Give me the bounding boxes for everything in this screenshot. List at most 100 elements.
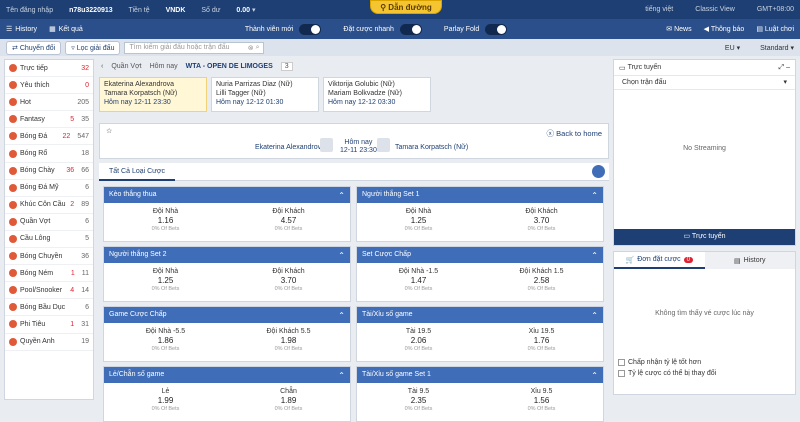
sport-count: 547 [77, 132, 89, 140]
sidebar-item-sport[interactable]: Khúc Côn Cầu 2 89 [5, 197, 93, 214]
market-title[interactable]: Người thắng Set 1 [357, 187, 603, 204]
odds-button[interactable]: Đội Khách 5.5 1.98 0% Of Bets [227, 323, 350, 361]
accept-better-odds[interactable]: Chấp nhận tỷ lệ tốt hơn [618, 359, 701, 366]
tab-all-markets[interactable]: Tất Cả Loại Cược [99, 163, 175, 181]
sidebar-item-sport[interactable]: Bóng Chày 36 66 [5, 163, 93, 180]
tab-bet-slip[interactable]: 🛒 Đơn đặt cược 0 [614, 252, 705, 269]
odds-button[interactable]: Chẵn 1.89 0% Of Bets [227, 383, 350, 421]
sports-sidebar: Trực tiếp 32 Yêu thích 0 Hot 205 Fantasy 5 35 Bón… [4, 59, 94, 400]
odds-button[interactable]: Tài 9.5 2.35 0% Of Bets [357, 383, 480, 421]
sidebar-item-sport[interactable]: Quần Vợt 6 [5, 214, 93, 231]
filter-league-button[interactable]: ▿ Lọc giải đấu [65, 40, 121, 55]
odds-button[interactable]: Tài 19.5 2.06 0% Of Bets [357, 323, 480, 361]
market-title[interactable]: Lẻ/Chẵn số game [104, 367, 350, 384]
sidebar-item-sport[interactable]: Hot 205 [5, 94, 93, 112]
market-panel: Lẻ/Chẵn số gameLẻ1.990% Of BetsChẵn1.890… [103, 366, 351, 422]
live-button-label: Trực tuyến [691, 233, 726, 240]
sport-icon [9, 64, 17, 73]
market-tabs: Tất Cả Loại Cược [99, 163, 609, 181]
sport-name: Fantasy [20, 115, 45, 123]
odds-button[interactable]: Lẻ 1.99 0% Of Bets [104, 383, 227, 421]
back-icon[interactable]: ‹ [101, 63, 103, 70]
odds-button[interactable]: Đội Khách 1.5 2.58 0% Of Bets [480, 263, 603, 301]
market-title[interactable]: Set Cược Chấp [357, 247, 603, 264]
news-link[interactable]: ✉ News [666, 25, 691, 33]
odds-button[interactable]: Đội Nhà 1.25 0% Of Bets [357, 203, 480, 241]
favorite-star-icon[interactable]: ☆ [106, 127, 112, 135]
odds-may-change[interactable]: Tỷ lệ cược có thể bị thay đổi [618, 370, 716, 377]
crumb-day[interactable]: Hôm nay [150, 63, 178, 70]
sidebar-item-sport[interactable]: Bóng Đá Mỹ 6 [5, 180, 93, 197]
login-label: Tên đăng nhập [6, 6, 54, 14]
checkbox[interactable] [618, 370, 625, 377]
checkbox[interactable] [618, 359, 625, 366]
market-title[interactable]: Tài/Xỉu số game Set 1 [357, 367, 603, 384]
notice-link[interactable]: ◀ Thông báo [704, 25, 745, 33]
odds-button[interactable]: Đội Khách 3.70 0% Of Bets [227, 263, 350, 301]
no-streaming-text: No Streaming [683, 145, 726, 152]
new-member-toggle[interactable] [299, 23, 322, 35]
odds-button[interactable]: Đội Nhà 1.16 0% Of Bets [104, 203, 227, 241]
timezone[interactable]: GMT+08:00 [757, 6, 794, 13]
guide-button[interactable]: ⚲ Dẫn đường [370, 0, 442, 14]
odds-value: 1.98 [280, 336, 297, 345]
sidebar-item-sport[interactable]: Trực tiếp 32 [5, 60, 93, 78]
expand-icon[interactable]: ⤢ [779, 64, 785, 72]
sidebar-item-sport[interactable]: Cầu Lông 5 [5, 231, 93, 249]
search-icon[interactable]: ⌕ [256, 44, 260, 52]
match-card[interactable]: Nuria Parrizas Diaz (Nữ) Lilli Tagger (Nữ… [211, 77, 319, 112]
odds-label: Chẵn [280, 388, 297, 395]
sport-icon [9, 98, 17, 107]
odds-button[interactable]: Đội Nhà 1.25 0% Of Bets [104, 263, 227, 301]
clear-icon[interactable]: ⊗ [248, 44, 254, 52]
sidebar-item-sport[interactable]: Bóng Rổ 18 [5, 145, 93, 163]
tab-history[interactable]: ▤ History [704, 252, 795, 269]
minimize-icon[interactable]: – [786, 64, 790, 71]
market-title[interactable]: Người thắng Set 2 [104, 247, 350, 264]
odds-button[interactable]: Xỉu 9.5 1.56 0% Of Bets [480, 383, 603, 421]
market-title[interactable]: Game Cược Chấp [104, 307, 350, 324]
sidebar-item-sport[interactable]: Bóng Chuyền 36 [5, 248, 93, 266]
history-button[interactable]: ☰ History [6, 25, 37, 34]
odds-value: 2.06 [410, 336, 427, 345]
sidebar-item-sport[interactable]: Bóng Bầu Dục 6 [5, 299, 93, 317]
odds-button[interactable]: Xỉu 19.5 1.76 0% Of Bets [480, 323, 603, 361]
sidebar-item-sport[interactable]: Pool/Snooker 4 14 [5, 282, 93, 300]
sidebar-item-sport[interactable]: Bóng Ném 1 11 [5, 265, 93, 283]
back-home-button[interactable]: ⓧ Back to home [547, 128, 602, 139]
live-button[interactable]: ▭ Trực tuyến [614, 229, 795, 245]
sidebar-item-sport[interactable]: Bóng Đá 22 547 [5, 128, 93, 146]
mode-select[interactable]: Standard ▾ [760, 44, 794, 52]
odds-type-select[interactable]: EU ▾ [725, 44, 740, 52]
sidebar-item-sport[interactable]: Quyền Anh 19 [5, 334, 93, 351]
match-card[interactable]: Ekaterina Alexandrova Tamara Korpatsch (N… [99, 77, 207, 112]
parlay-toggle[interactable] [485, 23, 508, 35]
market-title[interactable]: Kèo thắng thua [104, 187, 350, 204]
rules-link[interactable]: ▤ Luật chơi [756, 25, 794, 33]
guide-label: Dẫn đường [388, 3, 432, 12]
market-title[interactable]: Tài/Xỉu số game [357, 307, 603, 324]
scroll-icon[interactable] [592, 165, 605, 178]
language-select[interactable]: tiếng việt [645, 6, 673, 13]
sidebar-item-sport[interactable]: Fantasy 5 35 [5, 111, 93, 129]
results-button[interactable]: ▦ Kết quả [49, 25, 83, 34]
odds-label: Đội Nhà [152, 268, 179, 275]
switch-button[interactable]: ⇄ Chuyển đổi [6, 40, 62, 55]
search-input[interactable]: Tìm kiếm giải đấu hoặc trận đấu ⊗ ⌕ [124, 41, 265, 54]
odds-button[interactable]: Đội Khách 3.70 0% Of Bets [480, 203, 603, 241]
home-shirt-icon [320, 138, 333, 152]
market-panel: Người thắng Set 1Đội Nhà1.250% Of BetsĐộ… [356, 186, 604, 242]
sidebar-item-sport[interactable]: Phi Tiêu 1 31 [5, 316, 93, 334]
crumb-sport[interactable]: Quần Vợt [111, 63, 141, 70]
crumb-league[interactable]: WTA - OPEN DE LIMOGES [186, 63, 273, 70]
match-card[interactable]: Viktorija Golubic (Nữ) Mariam Bolkvadze (… [323, 77, 431, 112]
view-select[interactable]: Classic View [695, 6, 735, 13]
sport-icon [9, 149, 17, 158]
match-select[interactable]: Chọn trận đấu ▾ [614, 76, 795, 90]
odds-button[interactable]: Đội Nhà -1.5 1.47 0% Of Bets [357, 263, 480, 301]
sidebar-item-sport[interactable]: Yêu thích 0 [5, 77, 93, 95]
odds-button[interactable]: Đội Khách 4.57 0% Of Bets [227, 203, 350, 241]
odds-button[interactable]: Đội Nhà -5.5 1.86 0% Of Bets [104, 323, 227, 361]
quick-bet-toggle[interactable] [399, 23, 422, 35]
parlay-label: Parlay Fold [443, 25, 480, 33]
